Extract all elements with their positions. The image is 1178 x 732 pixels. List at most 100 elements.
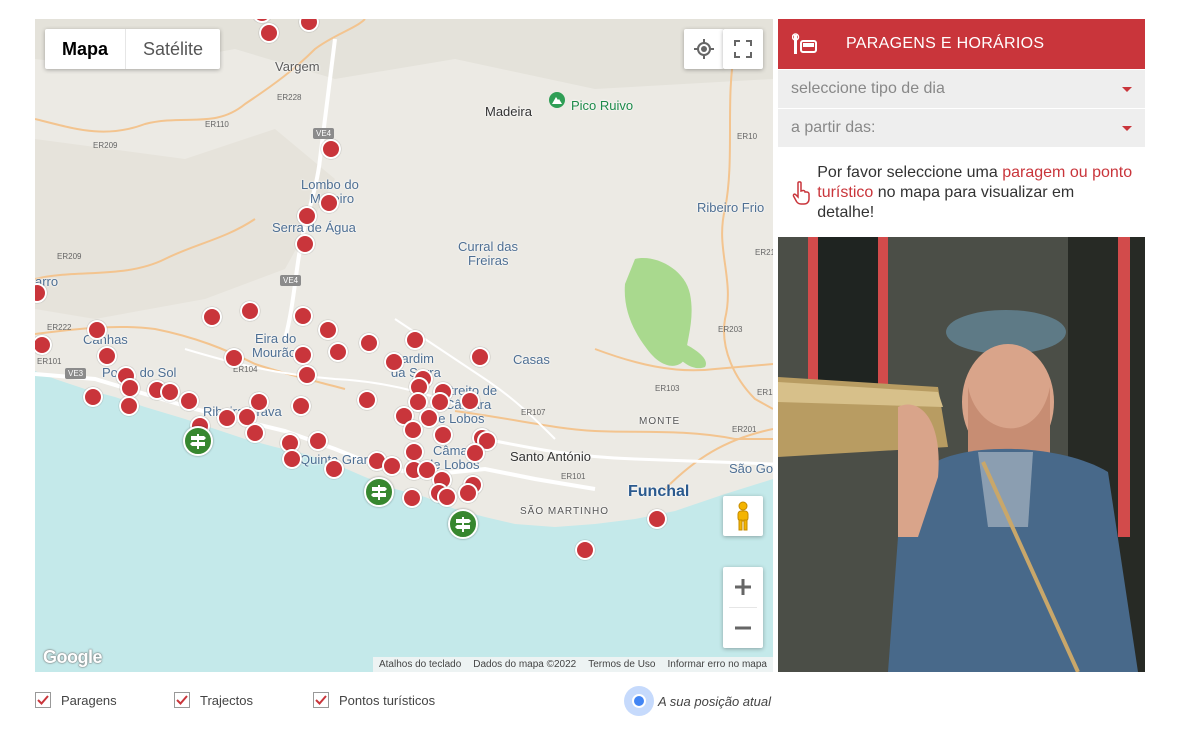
panel-header: PARAGENS E HORÁRIOS — [778, 19, 1145, 69]
my-location-button[interactable] — [684, 29, 724, 69]
bus-stop-marker[interactable] — [460, 391, 480, 411]
bus-stop-marker[interactable] — [120, 378, 140, 398]
bus-stop-marker[interactable] — [97, 346, 117, 366]
label-lombo-1: Lombo do — [301, 177, 359, 192]
label-curral-1: Curral das — [458, 239, 518, 254]
bus-stop-marker[interactable] — [403, 420, 423, 440]
bus-stop-marker[interactable] — [465, 443, 485, 463]
map[interactable]: Vargem Madeira Pico Ruivo Lombo do Morei… — [35, 19, 773, 672]
bus-stop-marker[interactable] — [437, 487, 457, 507]
fullscreen-button[interactable] — [723, 29, 763, 69]
panel-title: PARAGENS E HORÁRIOS — [846, 35, 1045, 52]
road-label: ER10 — [737, 132, 758, 141]
map-type-map-button[interactable]: Mapa — [45, 29, 127, 69]
bus-stop-marker[interactable] — [179, 391, 199, 411]
google-logo[interactable]: Google — [43, 647, 103, 668]
road-label: ER103 — [655, 384, 680, 393]
bus-stop-marker[interactable] — [318, 320, 338, 340]
legend-routes-label: Trajectos — [200, 692, 253, 708]
bus-stop-marker[interactable] — [324, 459, 344, 479]
road-shield: VE4 — [313, 128, 335, 139]
bus-stop-marker[interactable] — [357, 390, 377, 410]
legend-stops[interactable]: Paragens — [35, 692, 117, 708]
checkmark-icon — [176, 695, 188, 705]
zoom-in-button[interactable] — [723, 567, 763, 607]
terms-link[interactable]: Termos de Uso — [582, 657, 661, 672]
label-eira-2: Mourão — [252, 345, 297, 360]
bus-stop-marker[interactable] — [259, 23, 279, 43]
zoom-out-button[interactable] — [723, 608, 763, 648]
plus-icon — [735, 579, 751, 595]
bus-stop-marker[interactable] — [319, 193, 339, 213]
keyboard-shortcuts-link[interactable]: Atalhos do teclado — [373, 657, 467, 672]
bus-stop-marker[interactable] — [404, 442, 424, 462]
info-text: Por favor seleccione uma paragem ou pont… — [817, 163, 1133, 237]
road-label: ER21 — [755, 248, 773, 257]
day-type-placeholder: seleccione tipo de dia — [791, 80, 945, 97]
pegman-icon — [737, 501, 749, 531]
bus-stop-marker[interactable] — [297, 206, 317, 226]
bus-stop-marker[interactable] — [321, 139, 341, 159]
legend-poi[interactable]: Pontos turísticos — [313, 692, 435, 708]
bus-stop-marker[interactable] — [470, 347, 490, 367]
stops-checkbox[interactable] — [35, 692, 51, 708]
from-time-placeholder: a partir das: — [791, 119, 876, 136]
bus-stop-marker[interactable] — [405, 330, 425, 350]
bus-stop-marker[interactable] — [217, 408, 237, 428]
legend-position-label: A sua posição atual — [658, 693, 771, 709]
legend-stops-label: Paragens — [61, 692, 117, 708]
bus-stop-marker[interactable] — [295, 234, 315, 254]
bus-stop-marker[interactable] — [83, 387, 103, 407]
from-time-select[interactable]: a partir das: — [778, 109, 1145, 147]
bus-stop-marker[interactable] — [245, 423, 265, 443]
bus-stop-marker[interactable] — [384, 352, 404, 372]
road-label: ER110 — [205, 120, 229, 129]
bus-stop-marker[interactable] — [202, 307, 222, 327]
bus-stop-marker[interactable] — [308, 431, 328, 451]
caret-down-icon — [1122, 86, 1132, 92]
bus-stop-marker[interactable] — [293, 306, 313, 326]
report-error-link[interactable]: Informar erro no mapa — [662, 657, 774, 672]
bus-stop-marker[interactable] — [224, 348, 244, 368]
bus-stop-marker[interactable] — [382, 456, 402, 476]
street-view-button[interactable] — [723, 496, 763, 536]
map-type-satellite-button[interactable]: Satélite — [126, 29, 220, 69]
bus-stop-marker[interactable] — [647, 509, 667, 529]
label-eira-1: Eira do — [255, 331, 297, 346]
bus-stop-marker[interactable] — [328, 342, 348, 362]
map-type-control: Mapa Satélite — [45, 29, 221, 69]
label-ponta-do-sol: Ponta do Sol — [102, 365, 177, 380]
bus-stop-marker[interactable] — [160, 382, 180, 402]
bus-stop-marker[interactable] — [293, 345, 313, 365]
tourist-point-marker[interactable] — [364, 477, 394, 507]
bus-stop-marker[interactable] — [119, 396, 139, 416]
label-monte: MONTE — [639, 416, 681, 427]
bus-stop-marker[interactable] — [359, 333, 379, 353]
road-label: ER101 — [37, 357, 62, 366]
bus-stop-marker[interactable] — [575, 540, 595, 560]
stops-panel: PARAGENS E HORÁRIOS seleccione tipo de d… — [778, 19, 1145, 672]
day-type-select[interactable]: seleccione tipo de dia — [778, 70, 1145, 108]
bus-stop-icon — [778, 33, 832, 55]
label-sao-martinho: SÃO MARTINHO — [520, 506, 610, 517]
mountain-icon — [549, 92, 565, 108]
legend-routes[interactable]: Trajectos — [174, 692, 253, 708]
bus-stop-marker[interactable] — [297, 365, 317, 385]
label-curral-2: Freiras — [468, 253, 509, 268]
road-label: ER101 — [561, 472, 586, 481]
bus-stop-marker[interactable] — [87, 320, 107, 340]
mural-photo — [778, 237, 1145, 672]
map-base-layer — [35, 19, 773, 672]
bus-stop-marker[interactable] — [282, 449, 302, 469]
minus-icon — [735, 626, 751, 630]
label-madeira: Madeira — [485, 104, 532, 119]
bus-stop-marker[interactable] — [458, 483, 478, 503]
routes-checkbox[interactable] — [174, 692, 190, 708]
tourist-point-marker[interactable] — [183, 426, 213, 456]
bus-stop-marker[interactable] — [433, 425, 453, 445]
bus-stop-marker[interactable] — [240, 301, 260, 321]
bus-stop-marker[interactable] — [402, 488, 422, 508]
bus-stop-marker[interactable] — [291, 396, 311, 416]
poi-checkbox[interactable] — [313, 692, 329, 708]
tourist-point-marker[interactable] — [448, 509, 478, 539]
